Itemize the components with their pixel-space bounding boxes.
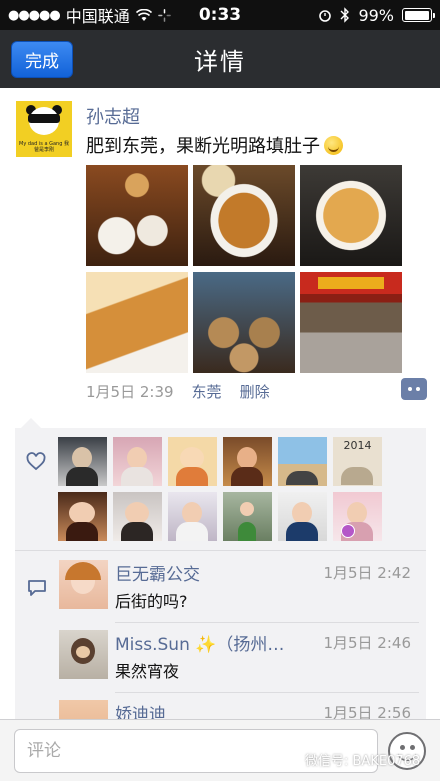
moment-post: My dad is a Gang 我爸是李刚 孙志超 肥到东莞，果断光明路填肚子… [0,88,440,428]
photo-dim-sum-steamers[interactable] [193,272,295,373]
page-title: 详情 [194,47,246,76]
comment-text: 果然宵夜 [115,662,180,681]
carrier-label: 中国联通 [65,7,130,26]
delete-link[interactable]: 删除 [240,381,270,402]
comment-divider [115,622,419,623]
likers-grid: 2014 [58,437,388,547]
signal-icon: ●●●●● [8,7,61,23]
alarm-icon [319,10,332,22]
photo-grid [86,165,404,373]
liker-avatar[interactable] [168,492,217,541]
commenter-name[interactable]: Miss.Sun ✨（扬州… [115,630,284,655]
liker-avatar[interactable] [113,437,162,486]
commenter-avatar[interactable] [59,560,108,609]
photo-fried-fish[interactable] [86,272,188,373]
liker-avatar-text: 2014 [343,439,372,452]
liker-avatar[interactable] [58,437,107,486]
interaction-panel: 2014 巨无霸公交 1月5日 2:42 后街的吗? Miss.Sun ✨（扬州… [15,418,426,749]
comment-time: 1月5日 2:46 [323,634,411,652]
smile-emoji-icon [324,135,343,155]
status-bar: ●●●●● 中国联通 0:33 99% [0,0,440,30]
liker-avatar[interactable] [113,492,162,541]
author-avatar[interactable]: My dad is a Gang 我爸是李刚 [16,101,72,157]
wechat-logo-icon [285,753,301,766]
liker-avatar[interactable] [278,437,327,486]
author-name[interactable]: 孙志超 [86,103,140,129]
likes-divider [15,550,426,551]
wifi-icon [135,8,152,21]
photo-fried-spare-ribs[interactable] [193,165,295,266]
activity-spinner-icon [157,8,171,22]
watermark: 微信号: BAKE0768 [285,750,420,769]
nav-bar: 完成 详情 [0,30,440,88]
post-date: 1月5日 2:39 [86,383,174,401]
comment-icon [28,580,46,596]
comment-time: 1月5日 2:42 [323,564,411,582]
liker-avatar[interactable] [168,437,217,486]
comment-action-button[interactable] [401,378,427,400]
photo-fried-noodles[interactable] [300,165,402,266]
post-text-content: 肥到东莞，果断光明路填肚子 [86,136,320,157]
bluetooth-icon [340,7,350,23]
liker-avatar[interactable] [278,492,327,541]
liker-avatar[interactable] [223,437,272,486]
post-location[interactable]: 东莞 [192,381,222,402]
liker-avatar[interactable] [58,492,107,541]
battery-percent: 99% [358,5,394,25]
avatar-caption: My dad is a Gang 我爸是李刚 [19,141,69,153]
done-button[interactable]: 完成 [11,41,73,78]
commenter-name[interactable]: 巨无霸公交 [115,560,200,585]
watermark-text: 微信号: BAKE0768 [305,754,421,769]
comment-divider [115,692,419,693]
post-meta: 1月5日 2:39 东莞 删除 [86,381,270,402]
liker-avatar[interactable] [333,492,382,541]
comment-item[interactable]: 巨无霸公交 1月5日 2:42 后街的吗? [59,552,419,622]
commenter-avatar[interactable] [59,630,108,679]
photo-restaurant-storefront[interactable] [300,272,402,373]
heart-icon [26,452,46,471]
photo-har-gow-dumplings[interactable] [86,165,188,266]
liker-avatar-2014[interactable]: 2014 [333,437,382,486]
comment-text: 后街的吗? [115,592,188,611]
post-text: 肥到东莞，果断光明路填肚子 [86,132,343,158]
comment-item[interactable]: Miss.Sun ✨（扬州… 1月5日 2:46 果然宵夜 [59,622,419,692]
liker-avatar[interactable] [223,492,272,541]
verified-badge-icon [341,524,355,538]
battery-icon [402,8,435,22]
